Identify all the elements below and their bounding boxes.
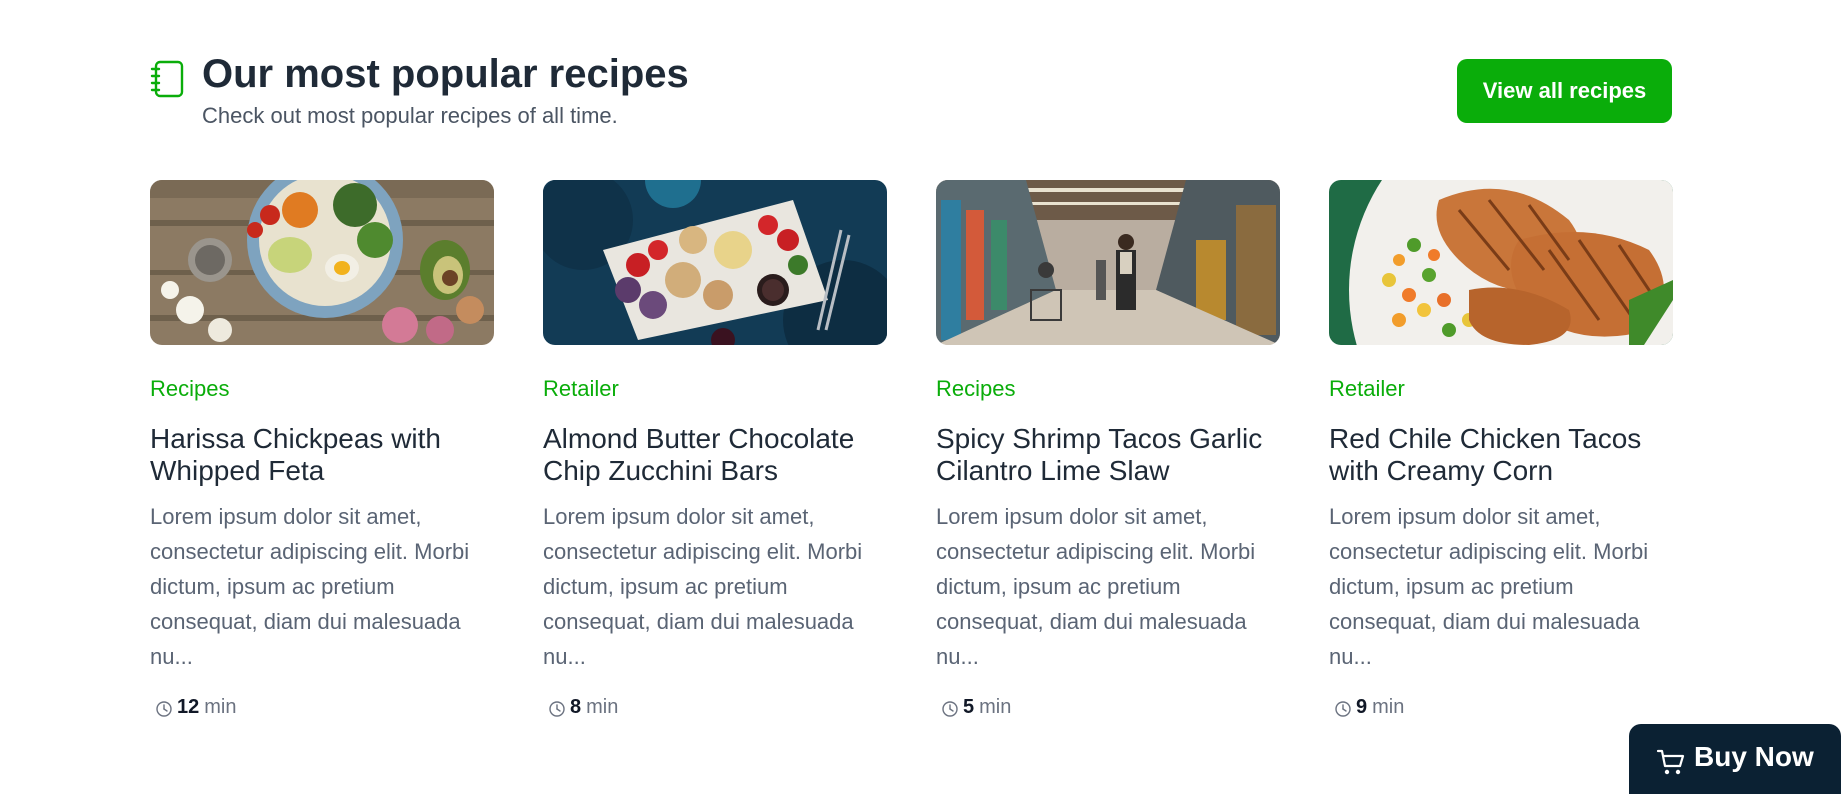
card-category-link[interactable]: Recipes [150,375,494,403]
card-description: Lorem ipsum dolor sit amet, consectetur … [543,504,863,669]
recipe-card-list: Recipes Harissa Chickpeas with Whipped F… [150,180,1673,740]
cart-icon [1656,749,1685,775]
card-cook-time: 12 min [150,696,494,719]
card-cook-time: 5 min [936,696,1280,719]
card-title[interactable]: Spicy Shrimp Tacos Garlic Cilantro Lime … [936,423,1280,487]
buy-now-label: Buy Now [1694,741,1814,772]
section-header: Our most popular recipes Check out most … [150,48,1672,138]
snack-board-photo[interactable] [543,180,887,345]
clock-icon [1335,700,1351,717]
buy-now-button[interactable]: Buy Now [1629,724,1841,794]
clock-icon [549,700,565,717]
recipe-card[interactable]: Retailer Almond Butter Chocolate Chip Zu… [543,180,887,740]
cook-time-value: 5 [963,696,975,718]
card-description: Lorem ipsum dolor sit amet, consectetur … [936,504,1256,669]
salad-bowl-photo[interactable] [150,180,494,345]
card-cook-time: 9 min [1329,696,1673,719]
card-title[interactable]: Red Chile Chicken Tacos with Creamy Corn [1329,423,1673,487]
cook-time-value: 9 [1356,696,1368,718]
card-description: Lorem ipsum dolor sit amet, consectetur … [1329,504,1649,669]
grilled-chicken-photo[interactable] [1329,180,1673,345]
notebook-icon [150,60,184,98]
card-cook-time: 8 min [543,696,887,719]
clock-icon [156,700,172,717]
card-category-link[interactable]: Recipes [936,375,1280,403]
card-category-link[interactable]: Retailer [1329,375,1673,403]
section-title: Our most popular recipes [202,52,689,96]
cook-time-unit: min [979,696,1012,718]
card-description: Lorem ipsum dolor sit amet, consectetur … [150,504,470,669]
section-subtitle: Check out most popular recipes of all ti… [202,103,618,128]
cook-time-value: 12 [177,696,200,718]
card-title[interactable]: Harissa Chickpeas with Whipped Feta [150,423,494,487]
card-category-link[interactable]: Retailer [543,375,887,403]
cook-time-unit: min [586,696,619,718]
clock-icon [942,700,958,717]
card-title[interactable]: Almond Butter Chocolate Chip Zucchini Ba… [543,423,887,487]
recipe-card[interactable]: Recipes Spicy Shrimp Tacos Garlic Cilant… [936,180,1280,740]
view-all-recipes-button[interactable]: View all recipes [1457,59,1672,123]
recipe-card[interactable]: Retailer Red Chile Chicken Tacos with Cr… [1329,180,1673,740]
grocery-store-photo[interactable] [936,180,1280,345]
cook-time-unit: min [204,696,237,718]
cook-time-value: 8 [570,696,582,718]
popular-recipes-section: Our most popular recipes Check out most … [0,0,1842,794]
cook-time-unit: min [1372,696,1405,718]
recipe-card[interactable]: Recipes Harissa Chickpeas with Whipped F… [150,180,494,740]
